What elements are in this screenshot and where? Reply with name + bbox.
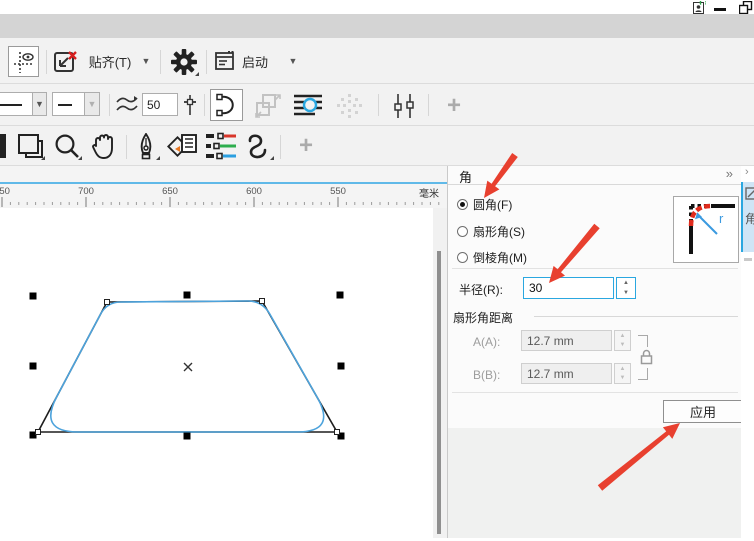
docker-tab-label-fragment: 角 (745, 210, 754, 227)
corner-preview-thumbnail: r (673, 196, 739, 263)
radio-dot[interactable] (457, 226, 468, 237)
active-docker-tab[interactable]: 角 (741, 182, 754, 252)
outline-style-selector[interactable] (0, 92, 33, 116)
docker-title: 角 (459, 167, 472, 186)
svg-text:700: 700 (78, 186, 94, 197)
apply-button[interactable]: 应用 (663, 400, 743, 423)
docker-collapse-icon[interactable]: » (726, 166, 733, 181)
line-style-selector[interactable] (52, 92, 85, 116)
options-gear-icon[interactable] (168, 46, 200, 77)
launch-dropdown-caret[interactable]: ▼ (286, 54, 300, 68)
drawing-canvas[interactable] (0, 208, 433, 538)
menubar-strip (0, 14, 754, 38)
radius-label: 半径(R): (459, 281, 503, 298)
ruler-unit-label: 毫米 (419, 185, 439, 200)
scale-objects-icon (251, 92, 285, 120)
edit-fill-tool-icon[interactable] (165, 131, 201, 161)
toolbox-bar: + (0, 126, 754, 166)
launch-window-icon[interactable] (213, 49, 237, 73)
outline-style-caret[interactable]: ▼ (33, 92, 47, 116)
radio-chamfered-corner[interactable]: 倒棱角(M) (457, 249, 527, 265)
partial-tool-icon[interactable] (0, 132, 8, 160)
radio-round-corner-label: 圆角(F) (473, 196, 512, 213)
docker-tab-strip[interactable]: › 角 (741, 166, 754, 538)
docker-lower-area (448, 428, 741, 538)
line-style-caret[interactable]: ▼ (85, 92, 100, 116)
scallop-section-header: 扇形角距离 (453, 309, 513, 326)
radius-spinner[interactable]: ▲▼ (616, 277, 636, 299)
color-adjust-tool-icon[interactable] (203, 131, 239, 161)
standard-toolbar: 贴齐(T) ▼ 启动 ▼ (0, 38, 754, 84)
svg-text:650: 650 (162, 186, 178, 197)
svg-text:750: 750 (0, 186, 10, 197)
radio-scalloped-corner-label: 扇形角(S) (473, 223, 525, 240)
zoom-tool-icon[interactable] (51, 131, 83, 161)
dotted-effect-icon (333, 92, 367, 120)
field-a-spinner: ▲▼ (614, 330, 631, 351)
lock-icon[interactable] (640, 349, 653, 368)
svg-text:600: 600 (246, 186, 262, 197)
snap-dropdown-caret[interactable]: ▼ (139, 54, 153, 68)
scrollbar-thumb[interactable] (437, 251, 441, 534)
link-bracket-top (638, 335, 648, 347)
docker-close-chevron-icon[interactable]: › (745, 166, 749, 178)
field-a-label: A(A): (473, 335, 500, 349)
add-tool-plus-icon-2[interactable]: + (292, 132, 320, 160)
trapezoid-shape[interactable] (0, 208, 433, 538)
pan-hand-tool-icon[interactable] (87, 131, 119, 161)
property-bar: ▼ ▼ 50 (0, 84, 754, 126)
radio-dot[interactable] (457, 252, 468, 263)
field-a-input: 12.7 mm (521, 330, 612, 351)
minimize-button[interactable] (712, 0, 728, 14)
horizontal-ruler: 750 700 650 600 550 毫米 (0, 166, 447, 208)
link-bracket-bottom (638, 368, 648, 380)
snap-to-label[interactable]: 贴齐(T) (84, 50, 136, 72)
restore-button[interactable] (737, 0, 754, 14)
smoothness-wave-icon (115, 93, 139, 117)
radio-dot[interactable] (457, 199, 468, 210)
field-b-label: B(B): (473, 368, 500, 382)
radio-scalloped-corner[interactable]: 扇形角(S) (457, 223, 525, 239)
svg-text:550: 550 (330, 186, 346, 197)
radio-chamfered-corner-label: 倒棱角(M) (473, 249, 527, 266)
radio-round-corner[interactable]: 圆角(F) (457, 196, 512, 212)
radius-input[interactable]: 30 (523, 277, 614, 299)
preview-radius-label: r (719, 211, 724, 226)
corner-docker: 角 » 圆角(F) 扇形角(S) 倒棱角(M) r 半径(R): 30 ▲▼ 扇… (447, 166, 741, 538)
titlebar (0, 0, 754, 14)
inactive-tab-fragment[interactable] (744, 258, 752, 261)
field-b-input: 12.7 mm (521, 363, 612, 384)
smoothness-slider-icon[interactable] (181, 93, 199, 117)
smoothness-input[interactable]: 50 (142, 93, 178, 116)
vertical-scrollbar[interactable] (433, 208, 447, 538)
docker-header: 角 » (448, 166, 741, 185)
pen-nib-tool-icon[interactable] (131, 131, 161, 161)
add-tool-plus-icon[interactable]: + (440, 92, 468, 120)
launch-label[interactable]: 启动 (239, 50, 271, 72)
curve-loop-tool-icon[interactable] (241, 131, 275, 161)
field-b-spinner: ▲▼ (614, 363, 631, 384)
snap-off-icon[interactable] (52, 48, 80, 76)
text-wrap-icon[interactable] (290, 92, 326, 120)
preview-toggle-button[interactable] (8, 46, 39, 77)
close-curve-button[interactable] (210, 89, 243, 121)
sliders-icon[interactable] (386, 92, 422, 120)
page-tool-icon[interactable] (14, 131, 46, 161)
ruler-ticks: 750 700 650 600 550 (0, 182, 447, 208)
user-account-icon[interactable] (692, 0, 707, 14)
